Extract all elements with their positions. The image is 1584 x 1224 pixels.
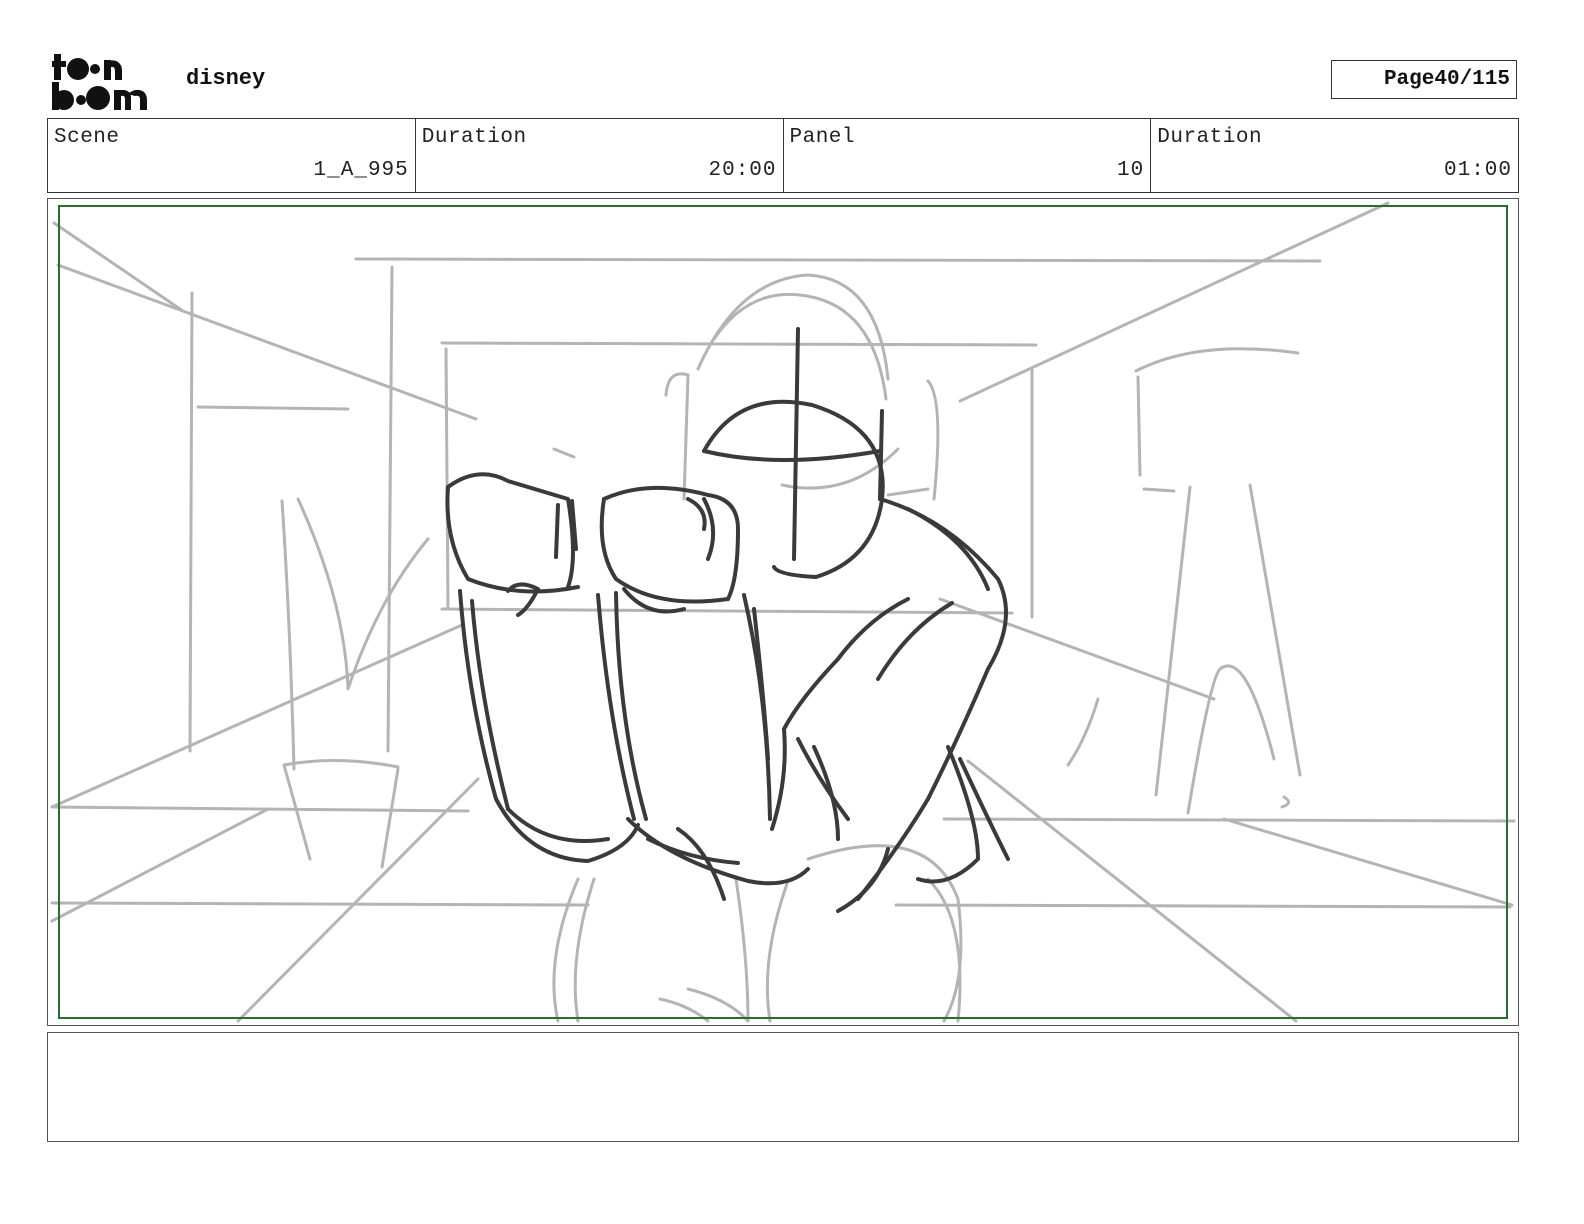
panel-info-row: Scene 1_A_995 Duration 20:00 Panel 10 Du… — [47, 118, 1519, 193]
scene-cell: Scene 1_A_995 — [48, 119, 416, 192]
foreground-sketch — [445, 327, 1010, 913]
toon-boom-logo — [52, 54, 147, 110]
panel-notes-box[interactable] — [47, 1032, 1519, 1142]
scene-value: 1_A_995 — [313, 159, 409, 182]
project-name: disney — [186, 66, 266, 91]
panel-duration-cell: Duration 01:00 — [1151, 119, 1518, 192]
panel-label: Panel — [789, 126, 856, 149]
page-number: 40/115 — [1434, 68, 1510, 91]
panel-duration-value: 01:00 — [1443, 159, 1512, 182]
scene-duration-cell: Duration 20:00 — [416, 119, 784, 192]
panel-sketch — [50, 201, 1516, 1023]
background-sketch — [50, 201, 1516, 1023]
storyboard-panel — [47, 198, 1519, 1026]
scene-duration-label: Duration — [421, 126, 527, 149]
panel-cell: Panel 10 — [784, 119, 1152, 192]
panel-value: 10 — [1117, 159, 1145, 182]
scene-duration-value: 20:00 — [708, 159, 777, 182]
panel-duration-label: Duration — [1157, 126, 1263, 149]
page-label: Page — [1383, 68, 1435, 91]
page-indicator: Page 40/115 — [1331, 60, 1517, 99]
scene-label: Scene — [54, 126, 120, 149]
